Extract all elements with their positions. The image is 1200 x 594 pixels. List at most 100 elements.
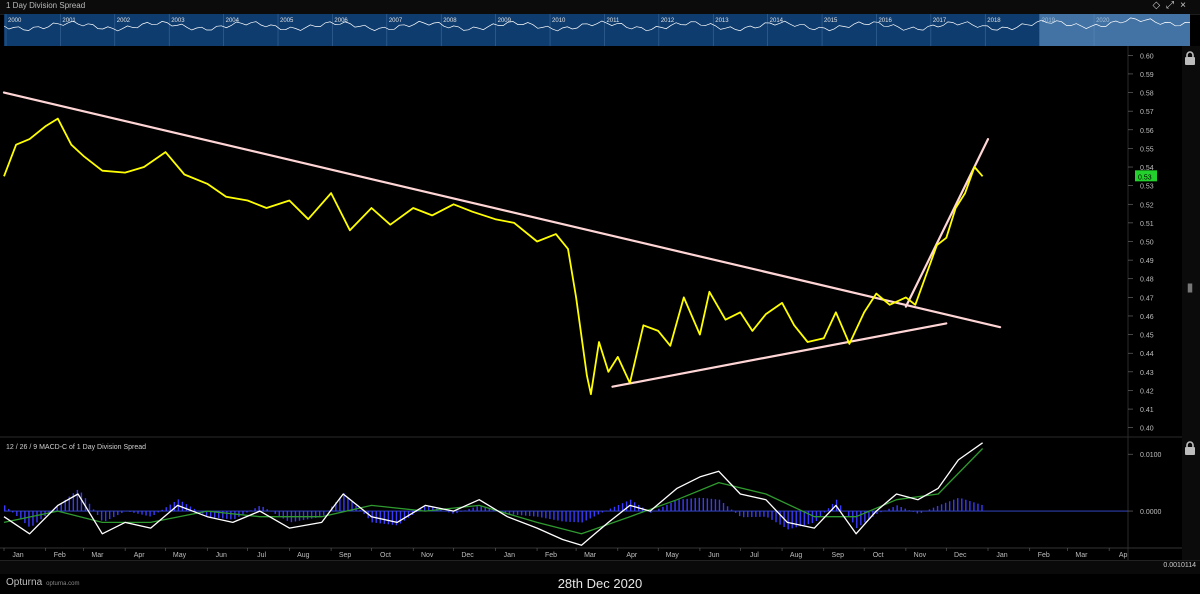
macd-histogram-bar — [690, 498, 692, 512]
macd-histogram-bar — [464, 510, 466, 512]
close-icon[interactable]: × — [1180, 0, 1192, 11]
macd-histogram-bar — [553, 511, 555, 520]
macd-histogram-bar — [787, 511, 789, 530]
trendline-3[interactable] — [904, 137, 990, 308]
macd-histogram-bar — [912, 511, 915, 512]
macd-histogram-bar — [597, 511, 600, 515]
macd-histogram-bar — [541, 511, 543, 518]
macd-histogram-bar — [359, 509, 361, 512]
macd-histogram-bar — [807, 511, 810, 525]
macd-histogram-bar — [791, 511, 793, 529]
macd-histogram-bar — [432, 507, 434, 512]
macd-histogram-bar — [76, 489, 79, 512]
float-icon[interactable]: ◇ — [1152, 0, 1166, 11]
window-title: 1 Day Division Spread — [6, 1, 86, 10]
window-controls[interactable]: ◇⤢× — [1152, 0, 1192, 11]
chart-canvas: 0.40 0.41 0.42 0.43 0.44 0.45 0.46 0.47 0.48 0.49… — [0, 46, 1182, 573]
navigator-selection[interactable] — [1039, 14, 1190, 46]
macd-histogram-bar — [16, 511, 18, 517]
navigator-year-label: 2008 — [443, 18, 457, 24]
lock-icon[interactable] — [1182, 50, 1198, 66]
macd-histogram-bar — [347, 497, 349, 512]
macd-histogram-bar — [920, 511, 923, 513]
y-tick-label: 0.43 — [1140, 370, 1154, 377]
macd-histogram-bar — [189, 506, 192, 512]
macd-histogram-bar — [957, 498, 959, 512]
macd-histogram-bar — [444, 511, 446, 512]
macd-histogram-bar — [371, 511, 373, 523]
macd-histogram-bar — [88, 503, 91, 512]
macd-histogram-bar — [302, 511, 305, 521]
macd-histogram-bar — [751, 511, 753, 518]
macd-histogram-bar — [779, 511, 781, 525]
macd-histogram-bar — [125, 511, 127, 512]
macd-histogram-bar — [141, 511, 143, 515]
macd-y-tick-label: 0.0100 — [1140, 452, 1162, 459]
macd-histogram-bar — [666, 504, 668, 512]
trendline-2[interactable] — [611, 322, 948, 388]
macd-lock-icon[interactable] — [1182, 440, 1198, 456]
month-label: Feb — [1038, 552, 1050, 559]
macd-histogram-bar — [100, 511, 103, 521]
macd-histogram-bar — [682, 499, 684, 512]
macd-histogram-bar — [266, 509, 268, 512]
macd-histogram-bar — [234, 511, 236, 519]
macd-histogram-bar — [900, 506, 902, 512]
macd-histogram-bar — [811, 511, 814, 524]
macd-histogram-bar — [108, 511, 111, 520]
maximize-icon[interactable]: ⤢ — [1166, 0, 1180, 11]
y-tick-label: 0.45 — [1140, 333, 1154, 340]
macd-histogram-bar — [165, 507, 167, 512]
y-tick-label: 0.49 — [1140, 258, 1154, 265]
macd-histogram-bar — [137, 511, 139, 514]
navigator-year-label: 2003 — [171, 18, 185, 24]
macd-histogram-bar — [856, 511, 858, 529]
macd-histogram-bar — [868, 511, 870, 520]
macd-histogram-bar — [185, 504, 188, 512]
macd-histogram-bar — [197, 511, 200, 512]
navigator-year-label: 2018 — [987, 18, 1001, 24]
navigator-year-label: 2001 — [62, 18, 76, 24]
macd-histogram-bar — [8, 508, 10, 512]
month-label: Apr — [626, 552, 638, 559]
macd-histogram-bar — [823, 511, 826, 513]
macd-histogram-bar — [274, 511, 276, 514]
macd-histogram-bar — [888, 508, 890, 512]
panel-lock-icon[interactable] — [1182, 282, 1198, 294]
y-tick-label: 0.41 — [1140, 407, 1154, 414]
macd-histogram-bar — [775, 511, 777, 523]
macd-histogram-bar — [864, 511, 866, 523]
macd-histogram-bar — [621, 503, 624, 512]
macd-histogram-bar — [363, 511, 365, 515]
month-label: Aug — [790, 552, 803, 559]
navigator-strip[interactable]: 2000 2001 2002 2003 2004 2005 2006 2007 2008 2009… — [4, 14, 1190, 46]
macd-histogram-bar — [686, 498, 688, 512]
macd-histogram-bar — [28, 511, 30, 527]
macd-histogram-bar — [64, 499, 66, 512]
macd-histogram-bar — [145, 511, 147, 516]
macd-histogram-bar — [698, 497, 700, 512]
macd-y-tick-label: 0.0000 — [1140, 509, 1162, 516]
y-tick-label: 0.54 — [1140, 165, 1154, 172]
macd-histogram-bar — [282, 511, 285, 519]
y-tick-label: 0.60 — [1140, 53, 1154, 60]
macd-histogram-bar — [642, 507, 644, 512]
macd-histogram-bar — [799, 511, 801, 527]
macd-histogram-bar — [892, 507, 894, 512]
macd-histogram-bar — [395, 511, 398, 526]
price-series-line — [3, 117, 984, 396]
macd-histogram-bar — [755, 511, 757, 517]
macd-histogram-bar — [815, 511, 818, 521]
trendline-1[interactable] — [2, 91, 1002, 329]
last-price-label: 0.53 — [1138, 174, 1152, 181]
navigator-year-label: 2014 — [770, 18, 784, 24]
macd-histogram-bar — [783, 511, 785, 527]
last-price-badge — [1135, 170, 1157, 182]
macd-histogram-bar — [973, 502, 975, 512]
navigator-chart[interactable]: 2000 2001 2002 2003 2004 2005 2006 2007 2008 2009… — [4, 14, 1190, 46]
macd-line — [3, 442, 983, 546]
month-label: Aug — [297, 552, 310, 559]
month-label: Dec — [461, 552, 474, 559]
macd-histogram-bar — [944, 502, 947, 512]
macd-histogram-bar — [928, 509, 931, 512]
